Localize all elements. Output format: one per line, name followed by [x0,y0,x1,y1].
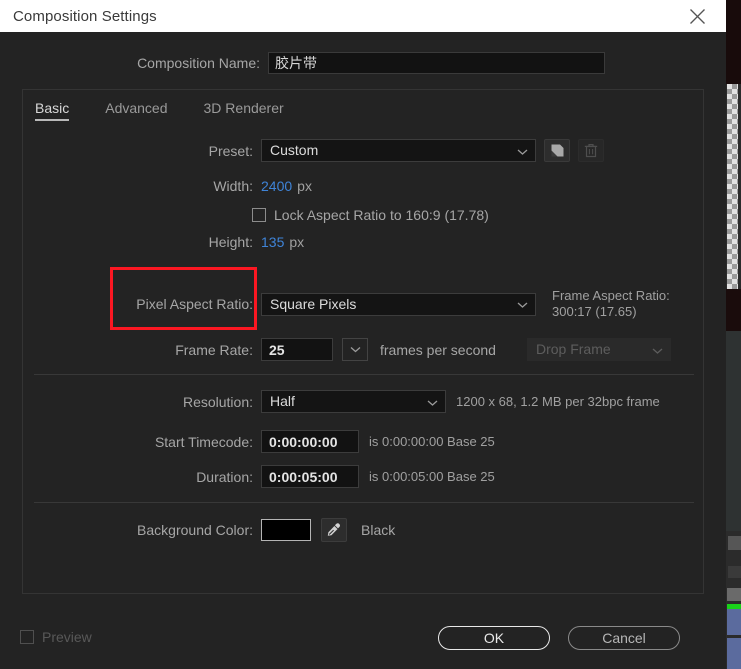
composition-name-input[interactable] [268,52,605,74]
pixel-aspect-ratio-value: Square Pixels [270,295,357,312]
resolution-value: Half [270,393,295,409]
frame-rate-units-label: frames per second [380,341,496,358]
resolution-row: Resolution: Half 1200 x 68, 1.2 MB per 3… [23,390,703,413]
preset-select[interactable]: Custom [261,139,536,162]
resolution-label: Resolution: [182,393,253,410]
background-transparency-checkerboard [727,84,738,289]
width-label: Width: [213,178,253,194]
background-color-label: Background Color: [137,522,253,538]
height-label: Height: [208,234,253,250]
dialog-footer: Preview OK Cancel [0,607,726,669]
cancel-button[interactable]: Cancel [568,626,680,650]
resolution-select[interactable]: Half [261,390,446,413]
height-value[interactable]: 135 [261,234,284,250]
background-timeline-row [727,588,741,601]
background-dark-band [725,289,741,331]
background-app-strip [725,0,741,669]
divider [34,374,694,375]
close-icon[interactable] [680,0,714,32]
pixel-aspect-ratio-select[interactable]: Square Pixels [261,292,536,316]
composition-name-row: Composition Name: [0,52,726,74]
background-timeline-row [728,566,741,578]
divider [34,502,694,503]
preset-value: Custom [270,142,319,158]
tab-basic[interactable]: Basic [35,98,70,121]
height-row: Height: 135 px [23,234,703,250]
width-unit: px [297,178,312,194]
save-preset-button[interactable] [544,139,570,162]
frame-aspect-ratio-title: Frame Aspect Ratio: [552,288,670,303]
duration-label: Duration: [196,468,253,485]
chevron-down-icon [517,294,528,315]
lock-aspect-ratio-row: Lock Aspect Ratio to 160:9 (17.78) [252,207,703,223]
background-dark-top [725,0,741,84]
start-timecode-label: Start Timecode: [154,433,253,450]
composition-name-label: Composition Name: [137,55,260,71]
pixel-aspect-ratio-label: Pixel Aspect Ratio: [136,296,253,312]
frame-rate-input[interactable] [261,338,333,361]
chevron-down-icon [517,140,528,161]
duration-row: Duration: is 0:00:05:00 Base 25 [23,465,703,488]
frame-rate-dropdown-button[interactable] [342,338,368,361]
width-row: Width: 2400 px [23,178,703,194]
height-unit: px [289,234,305,250]
delete-preset-button [578,139,604,162]
chevron-down-icon [652,339,663,360]
tab-bar: Basic Advanced 3D Renderer [35,98,320,121]
eyedropper-button[interactable] [321,518,347,542]
width-value[interactable]: 2400 [261,178,292,194]
preset-label: Preset: [208,142,253,159]
background-panel [725,331,741,531]
background-color-row: Background Color: Black [23,518,703,542]
ok-button[interactable]: OK [438,626,550,650]
dialog-title: Composition Settings [13,7,157,25]
frame-rate-label: Frame Rate: [175,341,253,358]
tab-3d-renderer[interactable]: 3D Renderer [204,98,284,121]
pixel-aspect-ratio-row: Pixel Aspect Ratio: Square Pixels Frame … [23,288,703,320]
background-layer-bar [727,638,741,669]
frame-aspect-ratio-note: Frame Aspect Ratio: 300:17 (17.65) [552,288,670,320]
frame-rate-row: Frame Rate: frames per second Drop Frame [23,338,703,361]
drop-frame-value: Drop Frame [535,341,611,357]
settings-panel: Basic Advanced 3D Renderer Preset: Custo… [22,89,704,594]
background-timeline-row [728,536,741,550]
background-layer-bar [727,609,741,635]
start-timecode-info: is 0:00:00:00 Base 25 [369,434,495,449]
lock-aspect-ratio-checkbox[interactable] [252,208,266,222]
frame-aspect-ratio-value: 300:17 (17.65) [552,304,637,319]
preset-row: Preset: Custom [23,139,703,162]
preview-label: Preview [42,629,92,645]
preview-row: Preview [20,629,92,645]
background-color-swatch[interactable] [261,519,311,541]
chevron-down-icon [427,391,438,412]
resolution-info: 1200 x 68, 1.2 MB per 32bpc frame [456,394,660,409]
drop-frame-select: Drop Frame [526,338,671,361]
lock-aspect-ratio-label: Lock Aspect Ratio to 160:9 (17.78) [274,207,489,223]
start-timecode-input[interactable] [261,430,359,453]
start-timecode-row: Start Timecode: is 0:00:00:00 Base 25 [23,430,703,453]
duration-info: is 0:00:05:00 Base 25 [369,469,495,484]
duration-input[interactable] [261,465,359,488]
composition-settings-dialog: Composition Settings Composition Name: B… [0,0,726,669]
background-color-name: Black [361,522,396,538]
preview-checkbox [20,630,34,644]
dialog-titlebar: Composition Settings [0,0,726,32]
dialog-body: Composition Name: Basic Advanced 3D Rend… [0,32,726,669]
screen: Composition Settings Composition Name: B… [0,0,741,669]
tab-advanced[interactable]: Advanced [105,98,167,121]
